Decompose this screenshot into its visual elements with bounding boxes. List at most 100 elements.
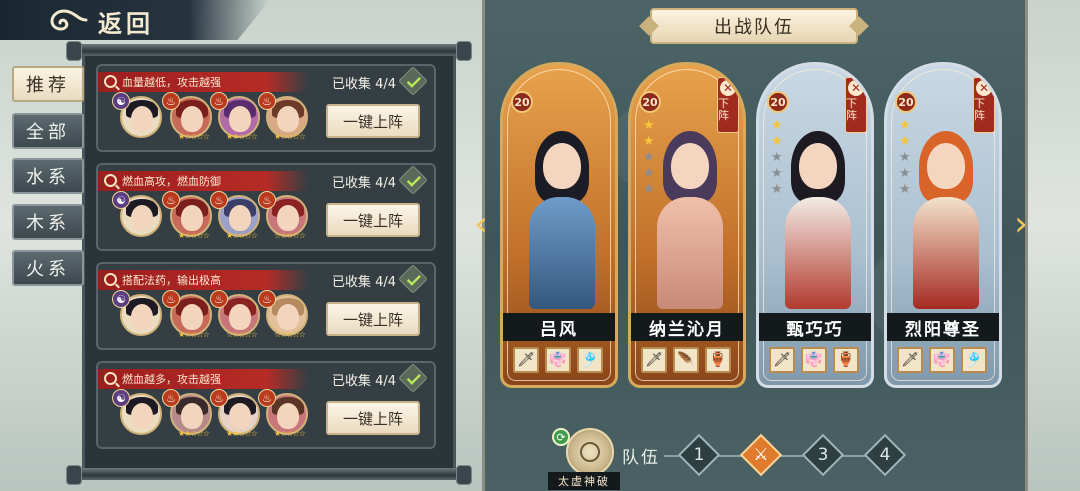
- tab-all[interactable]: 全部: [12, 113, 84, 149]
- armor-icon[interactable]: 👘: [801, 347, 827, 373]
- deploy-all-button[interactable]: 一键上阵: [326, 302, 420, 336]
- team-desc: 燃血越多，攻击越强: [122, 373, 221, 386]
- character-card[interactable]: 20 吕风 🗡 👘 🎐: [500, 62, 618, 388]
- team-card: 搭配法药，输出极高 已收集 4/4 ☯ ♨ ★☆☆☆☆ ♨ ☆☆☆☆☆ ♨ ☆☆…: [96, 262, 436, 350]
- team-card: 血量越低，攻击越强 已收集 4/4 ☯ ♨ ★☆☆☆☆ ♨ ★★☆☆☆ ♨ ★☆…: [96, 64, 436, 152]
- character-name: 烈阳尊圣: [887, 313, 999, 341]
- armor-icon[interactable]: 👘: [545, 347, 571, 373]
- back-label[interactable]: 返回: [98, 4, 154, 39]
- fire-icon: ♨: [162, 389, 180, 407]
- equipment-row: 🗡 👘 🎐: [513, 347, 603, 373]
- accessory-icon[interactable]: 🏺: [705, 347, 731, 373]
- weapon-icon[interactable]: 🗡: [513, 347, 539, 373]
- team-label: 队伍: [622, 448, 660, 468]
- hero-stars: ★★☆☆☆: [226, 429, 258, 438]
- team-desc-ribbon: 搭配法药，输出极高: [98, 270, 308, 290]
- yin-yang-icon: ☯: [112, 191, 130, 209]
- close-icon: ✕: [720, 80, 736, 96]
- hero-stars: ★★☆☆☆: [226, 132, 258, 141]
- panel-title: 出战队伍: [650, 8, 858, 44]
- character-card[interactable]: 20 ★ ★ ★ ★ ★ ✕ 下阵 甄巧巧 🗡 👘 🏺: [756, 62, 874, 388]
- yin-yang-icon: ☯: [112, 290, 130, 308]
- level-badge: 20: [639, 91, 661, 113]
- yin-yang-icon: ☯: [112, 389, 130, 407]
- weapon-icon[interactable]: 🗡: [641, 347, 667, 373]
- fire-icon: ♨: [210, 92, 228, 110]
- crossed-swords-icon: ⚔: [753, 445, 769, 465]
- weapon-icon[interactable]: 🗡: [897, 347, 923, 373]
- check-icon: [398, 264, 428, 294]
- magnify-icon[interactable]: [104, 75, 117, 88]
- character-name: 纳兰沁月: [631, 313, 743, 341]
- hero-stars: ★☆☆☆☆: [178, 231, 210, 240]
- accessory-icon[interactable]: 🎐: [961, 347, 987, 373]
- scroll-top-rod: [66, 41, 472, 61]
- hero-stars: ★☆☆☆☆: [226, 231, 258, 240]
- fire-icon: ♨: [162, 290, 180, 308]
- team-desc: 燃血高攻，燃血防御: [122, 175, 221, 188]
- deploy-all-button[interactable]: 一键上阵: [326, 203, 420, 237]
- swap-icon[interactable]: ⟳: [552, 428, 570, 446]
- yin-yang-icon: ☯: [112, 92, 130, 110]
- character-card[interactable]: 20 ★ ★ ★ ★ ★ ✕ 下阵 纳兰沁月 🗡 🪶 🏺: [628, 62, 746, 388]
- tab-recommended[interactable]: 推荐: [12, 66, 84, 102]
- hero-stars: ☆☆☆☆☆: [274, 330, 306, 339]
- magnify-icon[interactable]: [104, 372, 117, 385]
- scroll-bottom-rod: [66, 465, 472, 485]
- team-card: 燃血高攻，燃血防御 已收集 4/4 ☯ ♨ ★☆☆☆☆ ♨ ★☆☆☆☆ ♨ ☆☆…: [96, 163, 436, 251]
- check-icon: [398, 165, 428, 195]
- character-portrait: [645, 113, 735, 309]
- fire-icon: ♨: [258, 191, 276, 209]
- team-skill-badge[interactable]: [566, 428, 614, 476]
- fire-icon: ♨: [258, 290, 276, 308]
- prev-arrow-icon[interactable]: ‹: [470, 204, 492, 244]
- level-badge: 20: [511, 91, 533, 113]
- magnify-icon[interactable]: [104, 174, 117, 187]
- equipment-row: 🗡 🪶 🏺: [641, 347, 731, 373]
- collect-status: 已收集 4/4: [331, 275, 396, 290]
- fire-icon: ♨: [258, 389, 276, 407]
- character-portrait: [517, 113, 607, 309]
- hero-stars: ★☆☆☆☆: [274, 132, 306, 141]
- team-desc: 搭配法药，输出极高: [122, 274, 221, 287]
- team-desc-ribbon: 燃血高攻，燃血防御: [98, 171, 308, 191]
- hero-stars: ☆☆☆☆☆: [226, 330, 258, 339]
- fire-icon: ♨: [162, 92, 180, 110]
- armor-icon[interactable]: 🪶: [673, 347, 699, 373]
- accessory-icon[interactable]: 🎐: [577, 347, 603, 373]
- team-desc-ribbon: 血量越低，攻击越强: [98, 72, 308, 92]
- tab-wood[interactable]: 木系: [12, 204, 84, 240]
- next-arrow-icon[interactable]: ›: [1010, 204, 1032, 244]
- character-portrait: [901, 113, 991, 309]
- magnify-icon[interactable]: [104, 273, 117, 286]
- collect-status: 已收集 4/4: [331, 374, 396, 389]
- team-desc: 血量越低，攻击越强: [122, 76, 221, 89]
- deploy-all-button[interactable]: 一键上阵: [326, 401, 420, 435]
- weapon-icon[interactable]: 🗡: [769, 347, 795, 373]
- accessory-icon[interactable]: 🏺: [833, 347, 859, 373]
- check-icon: [398, 66, 428, 96]
- fire-icon: ♨: [210, 191, 228, 209]
- armor-icon[interactable]: 👘: [929, 347, 955, 373]
- fire-icon: ♨: [258, 92, 276, 110]
- hero-stars: ☆☆☆☆☆: [274, 231, 306, 240]
- character-name: 吕风: [503, 313, 615, 341]
- fire-icon: ♨: [162, 191, 180, 209]
- hero-stars: ★★☆☆☆: [178, 429, 210, 438]
- deploy-all-button[interactable]: 一键上阵: [326, 104, 420, 138]
- tab-water[interactable]: 水系: [12, 158, 84, 194]
- team-card: 燃血越多，攻击越强 已收集 4/4 ☯ ♨ ★★☆☆☆ ♨ ★★☆☆☆ ♨ ★☆…: [96, 361, 436, 449]
- character-name: 甄巧巧: [759, 313, 871, 341]
- hero-stars: ★☆☆☆☆: [178, 330, 210, 339]
- check-icon: [398, 363, 428, 393]
- back-banner[interactable]: 返回: [0, 0, 270, 40]
- character-portrait: [773, 113, 863, 309]
- equipment-row: 🗡 👘 🏺: [769, 347, 859, 373]
- tab-fire[interactable]: 火系: [12, 250, 84, 286]
- level-badge: 20: [767, 91, 789, 113]
- character-card[interactable]: 20 ★ ★ ★ ★ ★ ✕ 下阵 烈阳尊圣 🗡 👘 🎐: [884, 62, 1002, 388]
- collect-status: 已收集 4/4: [331, 77, 396, 92]
- team-desc-ribbon: 燃血越多，攻击越强: [98, 369, 308, 389]
- equipment-row: 🗡 👘 🎐: [897, 347, 987, 373]
- team-skill-name: 太虚神破: [548, 472, 620, 490]
